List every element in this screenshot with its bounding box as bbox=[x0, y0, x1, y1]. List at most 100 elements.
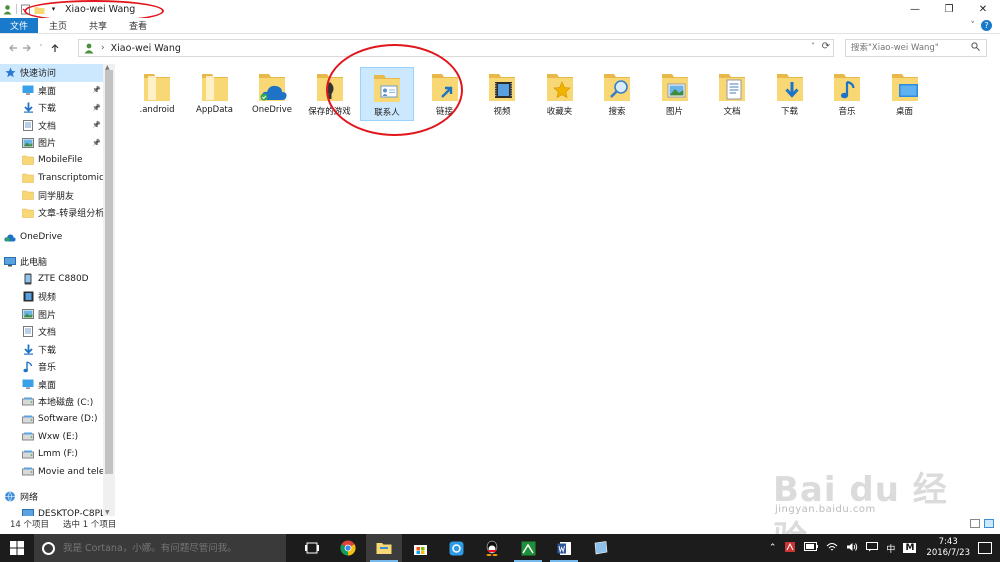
nav-this-pc[interactable]: 此电脑 bbox=[0, 253, 115, 271]
task-view-icon[interactable] bbox=[294, 534, 330, 562]
start-button[interactable] bbox=[0, 534, 34, 562]
this-pc-item[interactable]: 文档 bbox=[0, 323, 115, 341]
store-icon[interactable] bbox=[402, 534, 438, 562]
tab-home[interactable]: 主页 bbox=[38, 18, 78, 33]
breadcrumb-chevron-icon[interactable]: › bbox=[101, 43, 105, 53]
details-view-icon[interactable] bbox=[970, 519, 980, 528]
file-item[interactable]: 搜索 bbox=[590, 67, 644, 121]
network-item[interactable]: DESKTOP-C8PL bbox=[0, 505, 115, 516]
file-item[interactable]: 图片 bbox=[648, 67, 702, 121]
app-notes-icon[interactable] bbox=[582, 534, 618, 562]
this-pc-item[interactable]: ZTE C880D bbox=[0, 271, 115, 289]
search-box[interactable] bbox=[845, 39, 987, 57]
help-icon[interactable]: ? bbox=[981, 20, 992, 31]
this-pc-item-label: 文档 bbox=[38, 328, 57, 339]
file-item[interactable]: 收藏夹 bbox=[533, 67, 587, 121]
tab-share[interactable]: 共享 bbox=[78, 18, 118, 33]
ime-mode[interactable]: M bbox=[903, 543, 917, 553]
new-folder-icon[interactable] bbox=[34, 4, 45, 15]
file-item[interactable]: 链接 bbox=[418, 67, 472, 121]
user-folder-icon[interactable] bbox=[2, 4, 13, 15]
pin-icon[interactable]: 📌 bbox=[92, 121, 101, 129]
up-button[interactable] bbox=[48, 40, 62, 56]
customize-toolbar-icon[interactable]: ▾ bbox=[48, 4, 59, 15]
file-explorer-icon[interactable] bbox=[366, 534, 402, 562]
file-item[interactable]: .android bbox=[130, 67, 184, 121]
show-hidden-icons[interactable]: ⌃ bbox=[769, 543, 777, 553]
search-input[interactable] bbox=[851, 43, 969, 53]
nav-quick-access[interactable]: 快速访问 bbox=[0, 64, 115, 82]
file-item[interactable]: 音乐 bbox=[820, 67, 874, 121]
nav-onedrive[interactable]: OneDrive bbox=[0, 229, 115, 247]
wifi-icon[interactable] bbox=[826, 542, 838, 555]
quick-access-item[interactable]: 图片 📌 bbox=[0, 134, 115, 152]
file-item[interactable]: 保存的游戏 bbox=[303, 67, 357, 121]
cortana-search[interactable] bbox=[34, 534, 286, 562]
app-blue-icon[interactable] bbox=[438, 534, 474, 562]
file-item[interactable]: 下载 bbox=[763, 67, 817, 121]
this-pc-item[interactable]: Software (D:) bbox=[0, 411, 115, 429]
quick-access-item[interactable]: 桌面 📌 bbox=[0, 82, 115, 100]
pin-icon[interactable]: 📌 bbox=[92, 139, 101, 147]
this-pc-item[interactable]: Wxw (E:) bbox=[0, 428, 115, 446]
file-item[interactable]: AppData bbox=[188, 67, 242, 121]
app-green-icon[interactable] bbox=[510, 534, 546, 562]
this-pc-item[interactable]: 桌面 bbox=[0, 376, 115, 394]
volume-icon[interactable] bbox=[846, 542, 858, 555]
file-item[interactable]: 桌面 bbox=[878, 67, 932, 121]
tab-view[interactable]: 查看 bbox=[118, 18, 158, 33]
close-button[interactable]: ✕ bbox=[966, 0, 1000, 18]
cortana-input[interactable] bbox=[63, 542, 283, 554]
quick-access-item[interactable]: MobileFile bbox=[0, 152, 115, 170]
forward-button[interactable] bbox=[20, 40, 34, 56]
quick-access-item[interactable]: 文章-转录组分析 bbox=[0, 204, 115, 222]
this-pc-item[interactable]: 下载 bbox=[0, 341, 115, 359]
chrome-icon[interactable] bbox=[330, 534, 366, 562]
this-pc-item[interactable]: 音乐 bbox=[0, 358, 115, 376]
file-item[interactable]: 视频 bbox=[475, 67, 529, 121]
expand-ribbon-icon[interactable]: ˅ bbox=[971, 21, 976, 31]
restore-button[interactable]: ❐ bbox=[932, 0, 966, 18]
qq-icon[interactable] bbox=[474, 534, 510, 562]
file-item[interactable]: 联系人 bbox=[360, 67, 414, 121]
nav-scrollbar[interactable]: ▲ ▼ bbox=[103, 64, 115, 516]
quick-access-item[interactable]: 文档 📌 bbox=[0, 117, 115, 135]
tray-app-icon[interactable] bbox=[784, 541, 796, 556]
large-icons-view-icon[interactable] bbox=[984, 519, 994, 528]
action-center-icon[interactable] bbox=[978, 542, 992, 554]
this-pc-item[interactable]: Lmm (F:) bbox=[0, 446, 115, 464]
recent-locations-icon[interactable]: ˅ bbox=[34, 40, 48, 56]
pin-icon[interactable]: 📌 bbox=[92, 86, 101, 94]
address-bar[interactable]: › Xiao-wei Wang ˅ ⟳ bbox=[78, 39, 834, 57]
minimize-button[interactable]: — bbox=[898, 0, 932, 18]
back-button[interactable] bbox=[6, 40, 20, 56]
scroll-thumb[interactable] bbox=[105, 70, 113, 474]
quick-access-item[interactable]: 下载 📌 bbox=[0, 99, 115, 117]
scroll-down-icon[interactable]: ▼ bbox=[105, 509, 110, 516]
this-pc-item[interactable]: 本地磁盘 (C:) bbox=[0, 393, 115, 411]
pin-icon[interactable]: 📌 bbox=[92, 104, 101, 112]
address-dropdown-icon[interactable]: ˅ bbox=[811, 42, 815, 51]
file-item[interactable]: OneDrive bbox=[245, 67, 299, 121]
search-icon[interactable] bbox=[971, 42, 980, 54]
clock[interactable]: 7:43 2016/7/23 bbox=[926, 537, 970, 559]
this-pc-item[interactable]: 图片 bbox=[0, 306, 115, 324]
quick-access-item-label: 文章-转录组分析 bbox=[38, 209, 105, 220]
file-item[interactable]: 文档 bbox=[705, 67, 759, 121]
properties-icon[interactable] bbox=[20, 4, 31, 15]
quick-access-item[interactable]: Transcriptomic bbox=[0, 169, 115, 187]
ime-language[interactable]: 中 bbox=[886, 542, 895, 555]
battery-icon[interactable] bbox=[804, 542, 819, 554]
this-pc-item[interactable]: Movie and tele bbox=[0, 463, 115, 481]
quick-access-item[interactable]: 同学朋友 bbox=[0, 187, 115, 205]
taskbar: ⌃ 中 M 7:43 2016/7/23 bbox=[0, 534, 1000, 562]
message-icon[interactable] bbox=[866, 541, 879, 555]
word-icon[interactable] bbox=[546, 534, 582, 562]
this-pc-item[interactable]: 视频 bbox=[0, 288, 115, 306]
refresh-icon[interactable]: ⟳ bbox=[822, 41, 830, 52]
nav-network[interactable]: 网络 bbox=[0, 488, 115, 506]
file-item-label: AppData bbox=[196, 105, 233, 115]
quick-access-item-label: 文档 bbox=[38, 121, 57, 132]
breadcrumb-path[interactable]: Xiao-wei Wang bbox=[111, 43, 181, 54]
tab-file[interactable]: 文件 bbox=[0, 18, 39, 33]
